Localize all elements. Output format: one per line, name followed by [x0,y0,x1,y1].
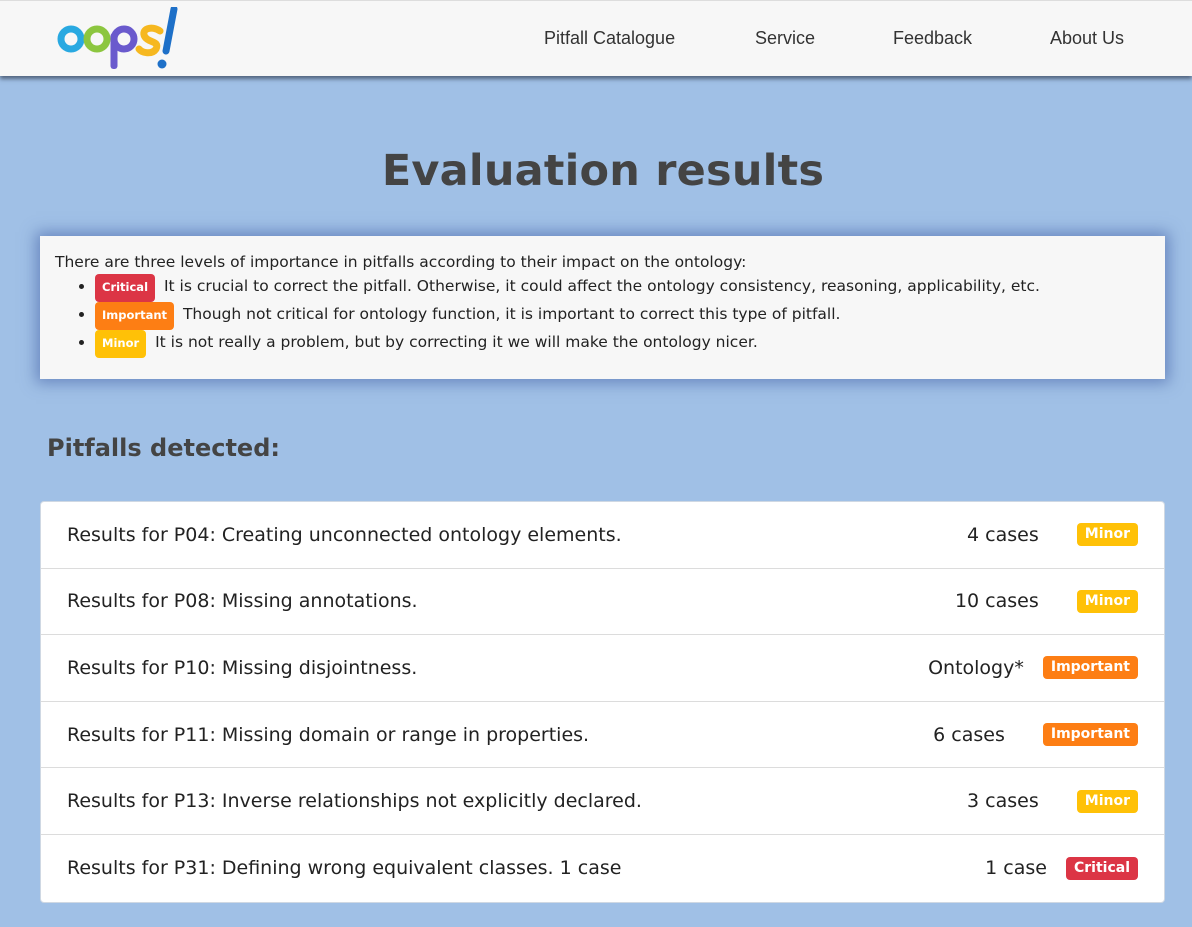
result-count: 10 cases [954,590,1039,613]
result-row-p04[interactable]: Results for P04: Creating unconnected on… [41,502,1164,569]
nav-about-us[interactable]: About Us [1050,28,1124,49]
result-title: Results for P11: Missing domain or range… [67,723,590,746]
minor-badge: Minor [1076,789,1138,813]
critical-badge: Critical [1065,856,1138,880]
navbar: Pitfall Catalogue Service Feedback About… [0,0,1192,76]
legend-item-critical: Critical It is crucial to correct the pi… [95,274,1150,302]
result-count: 3 cases [967,790,1039,813]
result-title: Results for P08: Missing annotations. [67,590,418,613]
pitfalls-detected-heading: Pitfalls detected: [47,434,280,462]
legend-critical-text: It is crucial to correct the pitfall. Ot… [163,277,1040,295]
result-title: Results for P10: Missing disjointness. [67,656,418,679]
importance-legend: There are three levels of importance in … [40,236,1165,379]
legend-intro: There are three levels of importance in … [55,253,747,271]
minor-badge: Minor [1076,523,1138,547]
results-list: Results for P04: Creating unconnected on… [40,501,1165,903]
result-count: 6 cases [933,723,1005,746]
result-title: Results for P13: Inverse relationships n… [67,790,642,813]
result-row-p13[interactable]: Results for P13: Inverse relationships n… [41,768,1164,835]
legend-important-text: Though not critical for ontology functio… [182,305,841,323]
legend-item-minor: Minor It is not really a problem, but by… [95,330,1150,358]
minor-badge: Minor [95,330,147,358]
oops-logo[interactable] [56,7,180,71]
important-badge: Important [95,302,175,330]
result-count: 4 cases [967,523,1039,546]
result-title: Results for P31: Defining wrong equivale… [67,857,622,880]
result-row-p31[interactable]: Results for P31: Defining wrong equivale… [41,835,1164,902]
important-badge: Important [1042,723,1138,747]
nav-feedback[interactable]: Feedback [893,28,972,49]
minor-badge: Minor [1076,589,1138,613]
result-title: Results for P04: Creating unconnected on… [67,523,622,546]
legend-list: Critical It is crucial to correct the pi… [95,274,1150,358]
result-row-p11[interactable]: Results for P11: Missing domain or range… [41,702,1164,769]
page-title: Evaluation results [381,146,825,196]
legend-item-important: Important Though not critical for ontolo… [95,302,1150,330]
legend-minor-text: It is not really a problem, but by corre… [155,333,758,351]
result-count: Ontology* [928,656,1024,679]
result-count: 1 case [985,857,1047,880]
result-row-p10[interactable]: Results for P10: Missing disjointness. O… [41,635,1164,702]
nav-service[interactable]: Service [755,28,815,49]
result-row-p08[interactable]: Results for P08: Missing annotations. 10… [41,569,1164,636]
important-badge: Important [1042,656,1138,680]
critical-badge: Critical [95,274,156,302]
nav-pitfall-catalogue[interactable]: Pitfall Catalogue [544,28,675,49]
